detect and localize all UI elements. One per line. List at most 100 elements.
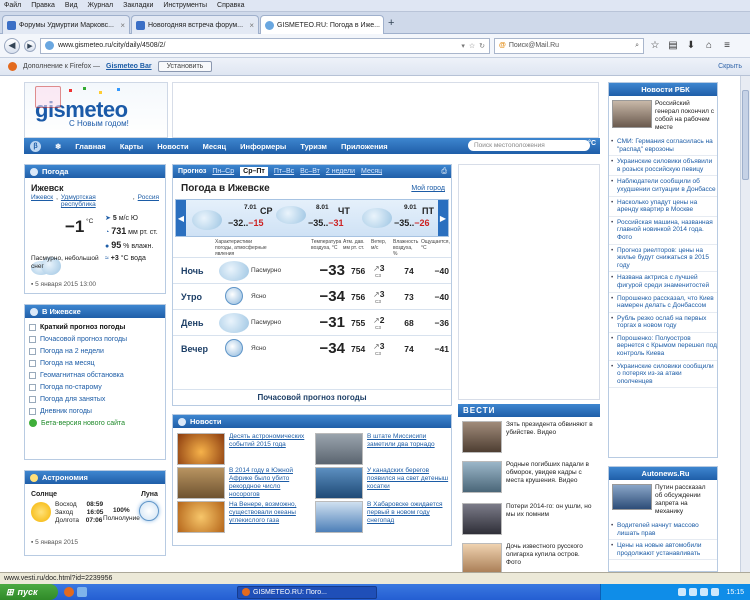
- downloads-icon[interactable]: ⬇: [684, 39, 698, 53]
- firefox-icon[interactable]: [64, 587, 74, 597]
- tab-wed-fri[interactable]: Ср–Пт: [240, 167, 268, 176]
- breadcrumb-region[interactable]: Удмуртская республика: [61, 194, 130, 208]
- tab-gismeteo[interactable]: GISMETEO.RU: Погода в Иже... ×: [260, 15, 384, 35]
- menu-help[interactable]: Справка: [217, 2, 244, 9]
- my-city-link[interactable]: Мой город: [411, 185, 445, 192]
- hide-link[interactable]: Скрыть: [718, 63, 742, 70]
- tab-new-year[interactable]: Новогодняя встреча форум... ×: [131, 15, 259, 34]
- nav-maps[interactable]: Карты: [120, 142, 143, 151]
- rbc-item[interactable]: Порошенко: Полуостров вернется с Крымом …: [609, 333, 717, 361]
- link-beta-site[interactable]: Бета-версия нового сайта: [25, 417, 165, 429]
- link-geomagnetic[interactable]: Геомагнитная обстановка: [25, 369, 165, 381]
- tab-2-weeks[interactable]: 2 недели: [326, 168, 355, 175]
- location-search-input[interactable]: Поиск местоположения: [468, 140, 590, 151]
- rbc-item[interactable]: Украинские силовики сообщили о потерях и…: [609, 361, 717, 389]
- rbc-item[interactable]: СМИ: Германия согласилась на "распад" ев…: [609, 136, 717, 157]
- menu-tools[interactable]: Инструменты: [163, 2, 207, 9]
- nav-tourism[interactable]: Туризм: [300, 142, 327, 151]
- link-2-weeks[interactable]: Погода на 2 недели: [25, 345, 165, 357]
- news-item[interactable]: У канадских берегов появился на свет дет…: [315, 467, 449, 501]
- prev-arrow-icon[interactable]: ◀: [176, 200, 186, 236]
- beta-icon[interactable]: β: [30, 140, 41, 152]
- link-hourly-forecast[interactable]: Почасовой прогноз погоды: [25, 333, 165, 345]
- close-tab-icon[interactable]: ×: [383, 21, 384, 30]
- nav-month[interactable]: Месяц: [203, 142, 226, 151]
- vesti-item[interactable]: Зять президента обвиняют в убийстве. Вид…: [462, 421, 596, 461]
- vertical-scrollbar[interactable]: [740, 76, 750, 572]
- url-bar[interactable]: www.gismeteo.ru/city/daily/4508/2/ ▾ ☆ ↻: [40, 37, 490, 54]
- reload-icon[interactable]: ↻: [479, 42, 485, 50]
- scrollbar-thumb[interactable]: [742, 90, 749, 180]
- menu-icon[interactable]: ≡: [720, 39, 734, 53]
- forward-button[interactable]: ▶: [24, 39, 36, 52]
- tab-mon-wed[interactable]: Пн–Ср: [212, 168, 234, 175]
- explorer-icon[interactable]: [77, 587, 87, 597]
- menu-history[interactable]: Журнал: [88, 2, 114, 9]
- tray-icon[interactable]: [689, 588, 698, 596]
- link-short-forecast[interactable]: Краткий прогноз погоды: [25, 321, 165, 333]
- close-tab-icon[interactable]: ×: [120, 21, 125, 30]
- home-icon[interactable]: ⌂: [702, 39, 716, 53]
- clock[interactable]: 15:15: [726, 589, 744, 596]
- autonews-item[interactable]: Цены на новые автомобили продолжают уста…: [609, 540, 717, 561]
- rbc-item[interactable]: Порошенко рассказал, что Киев намерен де…: [609, 293, 717, 313]
- tray-icon[interactable]: [711, 588, 720, 596]
- rbc-item[interactable]: Российская машина, названная главной нов…: [609, 217, 717, 245]
- rbc-item[interactable]: Рубль резко ослаб на первых торгах в нов…: [609, 313, 717, 333]
- back-button[interactable]: ◀: [4, 37, 20, 54]
- news-item[interactable]: В 2014 году в Южной Африке было убито ре…: [177, 467, 311, 501]
- unit-selector[interactable]: °C: [588, 140, 596, 147]
- start-button[interactable]: ⊞ пуск: [0, 584, 58, 600]
- vesti-item[interactable]: Потери 2014-го: он ушли, но мы их помним: [462, 503, 596, 543]
- star-icon[interactable]: ☆: [469, 42, 475, 50]
- addon-name[interactable]: Gismeteo Bar: [106, 63, 152, 70]
- gismeteo-logo[interactable]: gismeteo С Новым годом!: [24, 82, 168, 138]
- news-item[interactable]: В штате Миссисипи заметили два торнадо: [315, 433, 449, 467]
- new-tab-button[interactable]: +: [388, 17, 394, 29]
- tab-month[interactable]: Месяц: [361, 168, 382, 175]
- rbc-item[interactable]: Названа актриса с лучшей фигурой среди з…: [609, 272, 717, 293]
- bookmarks-list-icon[interactable]: ▤: [666, 39, 680, 53]
- snowflake-icon[interactable]: ❄: [55, 142, 61, 151]
- nav-home[interactable]: Главная: [75, 142, 106, 151]
- link-busy[interactable]: Погода для занятых: [25, 393, 165, 405]
- menu-view[interactable]: Вид: [65, 2, 78, 9]
- news-item[interactable]: Десять астрономических событий 2015 года: [177, 433, 311, 467]
- autonews-lead[interactable]: Путин рассказал об обсуждении запрета на…: [609, 480, 717, 520]
- rbc-item[interactable]: Украинские силовики объявили в розыск ро…: [609, 156, 717, 177]
- dropdown-arrow-icon[interactable]: ▾: [461, 42, 465, 50]
- day-card-thu[interactable]: 8.01 ЧТ −35..−31: [276, 204, 360, 234]
- breadcrumb-city[interactable]: Ижевск: [31, 194, 53, 208]
- search-icon[interactable]: ⌕: [635, 42, 639, 50]
- tab-sun-tue[interactable]: Вс–Вт: [300, 168, 320, 175]
- rbc-item[interactable]: Наблюдатели сообщили об ухудшении ситуац…: [609, 176, 717, 197]
- link-old-style[interactable]: Погода по-старому: [25, 381, 165, 393]
- link-month[interactable]: Погода на месяц: [25, 357, 165, 369]
- menu-file[interactable]: Файл: [4, 2, 21, 9]
- search-box[interactable]: @ Поиск@Mail.Ru ⌕: [494, 37, 644, 54]
- hourly-forecast-link[interactable]: Почасовой прогноз погоды: [173, 389, 451, 402]
- tray-icon[interactable]: [700, 588, 709, 596]
- day-card-wed[interactable]: 7.01 СР −32..−15: [190, 204, 274, 234]
- vesti-item[interactable]: Родные погибших падали в обморок, увидев…: [462, 461, 596, 503]
- news-item[interactable]: На Венере, возможно, существовали океаны…: [177, 501, 311, 535]
- news-item[interactable]: В Хабаровске ожидается первый в новом го…: [315, 501, 449, 535]
- rbc-item[interactable]: Прогноз риелторов: цены на жилье будут с…: [609, 245, 717, 273]
- close-tab-icon[interactable]: ×: [249, 21, 254, 30]
- taskbar-window-button[interactable]: GISMETEO.RU: Пого...: [237, 585, 377, 599]
- menu-edit[interactable]: Правка: [31, 2, 55, 9]
- bookmark-star-icon[interactable]: ☆: [648, 39, 662, 53]
- tab-forums[interactable]: Форумы Удмуртии Марковс... ×: [2, 15, 130, 34]
- autonews-item[interactable]: Водителей начнут массово лишать прав: [609, 520, 717, 541]
- install-button[interactable]: Установить: [157, 61, 213, 72]
- rbc-item[interactable]: Насколько упадут цены на аренду квартир …: [609, 197, 717, 217]
- nav-apps[interactable]: Приложения: [341, 142, 388, 151]
- breadcrumb-country[interactable]: Россия: [138, 194, 159, 208]
- nav-informers[interactable]: Информеры: [240, 142, 286, 151]
- rbc-lead[interactable]: Российский генерал покончил с собой на р…: [609, 96, 717, 136]
- link-diary[interactable]: Дневник погоды: [25, 405, 165, 417]
- tray-icon[interactable]: [678, 588, 687, 596]
- day-card-fri[interactable]: 9.01 ПТ −35..−26: [360, 204, 440, 234]
- nav-news[interactable]: Новости: [157, 142, 188, 151]
- tab-fri-sun[interactable]: Пт–Вс: [274, 168, 294, 175]
